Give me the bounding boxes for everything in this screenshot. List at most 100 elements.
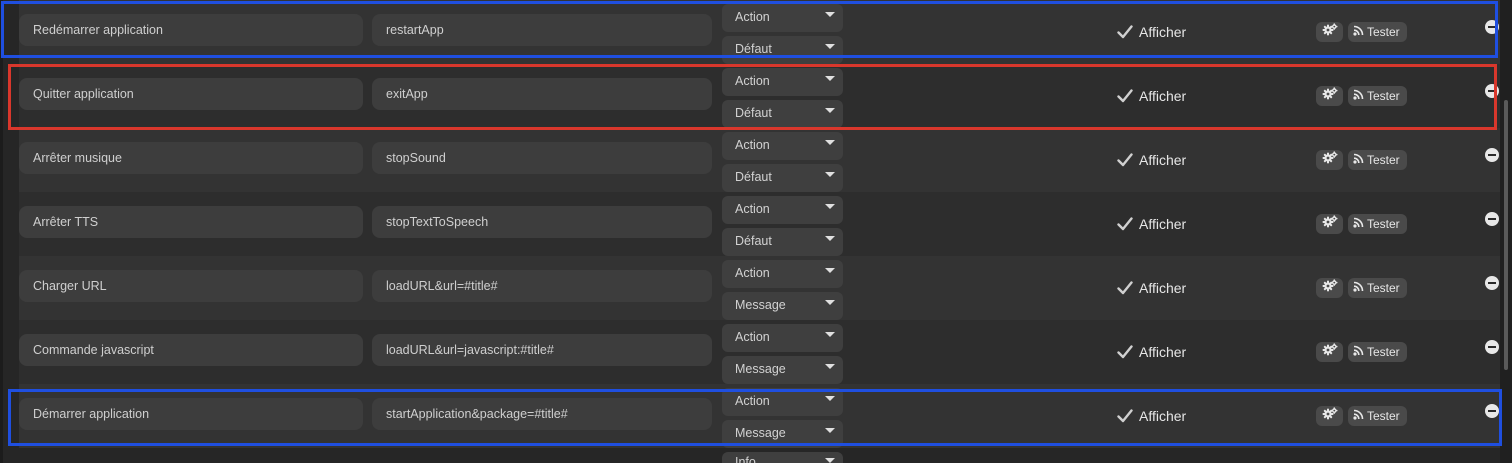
command-value-input[interactable]: exitApp xyxy=(372,78,712,110)
gears-icon xyxy=(1322,279,1338,297)
test-label: Tester xyxy=(1367,153,1400,167)
command-name-input[interactable]: Arrêter musique xyxy=(19,142,363,174)
test-button[interactable]: Tester xyxy=(1348,406,1407,426)
command-value-input[interactable]: startApplication&package=#title# xyxy=(372,398,712,430)
rss-icon xyxy=(1353,89,1364,103)
command-value-input[interactable]: stopSound xyxy=(372,142,712,174)
configure-button[interactable] xyxy=(1316,278,1343,298)
test-button[interactable]: Tester xyxy=(1348,278,1407,298)
remove-row-button[interactable] xyxy=(1485,148,1499,162)
command-mode-select[interactable]: Message xyxy=(722,356,843,384)
command-value-input[interactable]: stopTextToSpeech xyxy=(372,206,712,238)
command-mode-value: Défaut xyxy=(735,234,772,248)
gears-icon xyxy=(1322,343,1338,361)
command-name-input[interactable]: Commande javascript xyxy=(19,334,363,366)
command-name-input[interactable]: Redémarrer application xyxy=(19,14,363,46)
gears-icon xyxy=(1322,151,1338,169)
configure-button[interactable] xyxy=(1316,86,1343,106)
command-mode-value: Défaut xyxy=(735,106,772,120)
command-mode-select[interactable]: Défaut xyxy=(722,36,843,64)
rss-icon xyxy=(1353,25,1364,39)
command-type-value: Action xyxy=(735,10,770,24)
test-label: Tester xyxy=(1367,409,1400,423)
remove-row-button[interactable] xyxy=(1485,340,1499,354)
command-type-select[interactable]: Action xyxy=(722,388,843,416)
remove-row-button[interactable] xyxy=(1485,20,1499,34)
test-label: Tester xyxy=(1367,89,1400,103)
command-row: Charger URL loadURL&url=#title# Action Mess… xyxy=(19,256,1500,320)
command-mode-value: Message xyxy=(735,362,786,376)
show-label: Afficher xyxy=(1139,216,1187,232)
configure-button[interactable] xyxy=(1316,214,1343,234)
command-name-input[interactable]: Charger URL xyxy=(19,270,363,302)
show-checkbox[interactable]: Afficher xyxy=(1117,151,1186,169)
caret-down-icon xyxy=(825,268,835,273)
partial-row-type-select[interactable]: Info xyxy=(722,452,843,463)
command-mode-select[interactable]: Défaut xyxy=(722,100,843,128)
test-button[interactable]: Tester xyxy=(1348,342,1407,362)
remove-row-button[interactable] xyxy=(1485,276,1499,290)
remove-row-button[interactable] xyxy=(1485,212,1499,226)
command-type-select[interactable]: Action xyxy=(722,68,843,96)
command-name-input[interactable]: Démarrer application xyxy=(19,398,363,430)
show-checkbox[interactable]: Afficher xyxy=(1117,343,1186,361)
command-type-select[interactable]: Action xyxy=(722,324,843,352)
caret-down-icon xyxy=(825,300,835,305)
show-label: Afficher xyxy=(1139,24,1187,40)
command-mode-value: Défaut xyxy=(735,170,772,184)
caret-down-icon xyxy=(825,12,835,17)
command-name-input[interactable]: Quitter application xyxy=(19,78,363,110)
show-checkbox[interactable]: Afficher xyxy=(1117,87,1186,105)
command-type-select[interactable]: Action xyxy=(722,196,843,224)
show-label: Afficher xyxy=(1139,408,1187,424)
scrollbar-thumb[interactable] xyxy=(1504,100,1508,370)
show-checkbox[interactable]: Afficher xyxy=(1117,407,1186,425)
test-label: Tester xyxy=(1367,25,1400,39)
caret-down-icon xyxy=(825,204,835,209)
command-mode-select[interactable]: Message xyxy=(722,292,843,320)
command-name-input[interactable]: Arrêter TTS xyxy=(19,206,363,238)
configure-button[interactable] xyxy=(1316,22,1343,42)
command-value-input[interactable]: loadURL&url=javascript:#title# xyxy=(372,334,712,366)
check-icon xyxy=(1117,89,1133,103)
caret-down-icon xyxy=(825,44,835,49)
command-mode-select[interactable]: Défaut xyxy=(722,228,843,256)
show-label: Afficher xyxy=(1139,344,1187,360)
caret-down-icon xyxy=(825,172,835,177)
command-row: Quitter application exitApp Action Défaut Af… xyxy=(19,64,1500,128)
check-icon xyxy=(1117,153,1133,167)
test-label: Tester xyxy=(1367,345,1400,359)
commands-list: Redémarrer application restartApp Action Dé… xyxy=(0,0,1512,463)
command-type-value: Action xyxy=(735,74,770,88)
show-checkbox[interactable]: Afficher xyxy=(1117,23,1186,41)
test-button[interactable]: Tester xyxy=(1348,214,1407,234)
partial-row-type-value: Info xyxy=(735,455,756,463)
test-label: Tester xyxy=(1367,217,1400,231)
gears-icon xyxy=(1322,215,1338,233)
command-value-input[interactable]: restartApp xyxy=(372,14,712,46)
caret-down-icon xyxy=(825,428,835,433)
rss-icon xyxy=(1353,153,1364,167)
remove-row-button[interactable] xyxy=(1485,404,1499,418)
show-checkbox[interactable]: Afficher xyxy=(1117,215,1186,233)
command-type-value: Action xyxy=(735,202,770,216)
configure-button[interactable] xyxy=(1316,342,1343,362)
test-button[interactable]: Tester xyxy=(1348,150,1407,170)
command-row: Commande javascript loadURL&url=javascrip… xyxy=(19,320,1500,384)
command-value-input[interactable]: loadURL&url=#title# xyxy=(372,270,712,302)
test-button[interactable]: Tester xyxy=(1348,22,1407,42)
command-type-value: Action xyxy=(735,266,770,280)
rss-icon xyxy=(1353,345,1364,359)
configure-button[interactable] xyxy=(1316,406,1343,426)
show-checkbox[interactable]: Afficher xyxy=(1117,279,1186,297)
test-button[interactable]: Tester xyxy=(1348,86,1407,106)
check-icon xyxy=(1117,217,1133,231)
remove-row-button[interactable] xyxy=(1485,84,1499,98)
command-mode-select[interactable]: Message xyxy=(722,420,843,448)
command-type-value: Action xyxy=(735,330,770,344)
command-type-select[interactable]: Action xyxy=(722,260,843,288)
command-type-select[interactable]: Action xyxy=(722,132,843,160)
command-mode-select[interactable]: Défaut xyxy=(722,164,843,192)
configure-button[interactable] xyxy=(1316,150,1343,170)
command-type-select[interactable]: Action xyxy=(722,4,843,32)
